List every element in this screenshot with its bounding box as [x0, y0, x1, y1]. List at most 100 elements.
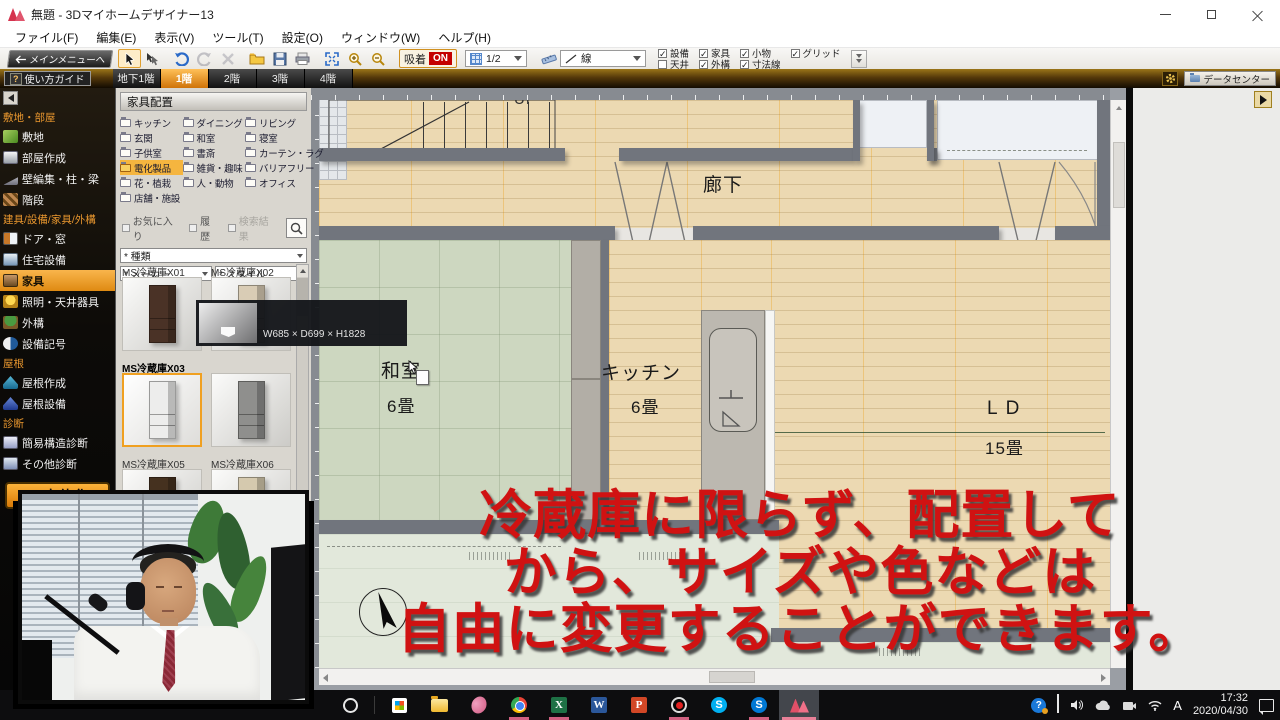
onedrive-icon[interactable]: [1095, 700, 1111, 711]
category-hito[interactable]: 人・動物: [183, 175, 246, 190]
redo-button[interactable]: [193, 49, 216, 68]
category-shosai[interactable]: 書斎: [183, 145, 246, 160]
menu-edit[interactable]: 編集(E): [87, 29, 145, 46]
save-button[interactable]: [268, 49, 291, 68]
menu-view[interactable]: 表示(V): [145, 29, 203, 46]
tab-floor4[interactable]: 4階: [305, 69, 353, 88]
datacenter-button[interactable]: データセンター: [1184, 71, 1276, 86]
menu-help[interactable]: ヘルプ(H): [429, 29, 500, 46]
category-zakka[interactable]: 雑貨・趣味: [183, 160, 246, 175]
line-style-dropdown[interactable]: 線: [560, 50, 646, 67]
ime-indicator[interactable]: A: [1173, 698, 1182, 713]
tab-basement1[interactable]: 地下1階: [113, 69, 161, 88]
sidebar-item-shikichi[interactable]: 敷地: [0, 126, 115, 147]
taskbar-cortana[interactable]: [330, 690, 370, 720]
category-tenpo[interactable]: 店舗・施設: [120, 190, 183, 205]
taskbar-explorer[interactable]: [419, 690, 459, 720]
taskbar-excel[interactable]: X: [539, 690, 579, 720]
category-living[interactable]: リビング: [245, 115, 309, 130]
category-barrierfree[interactable]: バリアフリー: [245, 160, 309, 175]
sidebar-item-yanesetsubi[interactable]: 屋根設備: [0, 393, 115, 414]
tab-floor3[interactable]: 3階: [257, 69, 305, 88]
undo-button[interactable]: [170, 49, 193, 68]
furniture-item-x04[interactable]: [211, 360, 295, 447]
zoom-out-button[interactable]: [366, 49, 389, 68]
select-tool-button[interactable]: [118, 49, 141, 68]
close-button[interactable]: [1234, 0, 1280, 28]
taskbar-myhome-designer[interactable]: [779, 690, 819, 720]
tab-floor2[interactable]: 2階: [209, 69, 257, 88]
print-button[interactable]: [291, 49, 314, 68]
taskbar-paint-app[interactable]: [459, 690, 499, 720]
sidebar-item-jutakusetsubi[interactable]: 住宅設備: [0, 249, 115, 270]
category-office[interactable]: オフィス: [245, 175, 309, 190]
panel-expand-button[interactable]: [1254, 91, 1272, 108]
furniture-item-x01[interactable]: MS冷蔵庫X01: [122, 264, 206, 351]
category-denka[interactable]: 電化製品: [120, 160, 183, 175]
scroll-up-button[interactable]: [1111, 100, 1127, 115]
menu-settings[interactable]: 設定(O): [273, 29, 332, 46]
taskbar-powerpoint[interactable]: P: [619, 690, 659, 720]
vertical-scroll-thumb[interactable]: [1113, 142, 1125, 208]
maximize-button[interactable]: [1188, 0, 1234, 28]
history-filter[interactable]: 履歴: [189, 213, 219, 243]
camera-icon[interactable]: [1122, 700, 1137, 711]
taskbar-skype-alt[interactable]: S: [739, 690, 779, 720]
menu-file[interactable]: ファイル(F): [6, 29, 87, 46]
category-shinshitsu[interactable]: 寝室: [245, 130, 309, 145]
multi-select-tool-button[interactable]: [141, 49, 164, 68]
toggle-gaikou[interactable]: ✓外構: [699, 59, 730, 69]
toolbar-expand-button[interactable]: [851, 50, 867, 68]
sidebar-item-kaidan[interactable]: 階段: [0, 189, 115, 210]
furniture-item-x03[interactable]: MS冷蔵庫X03: [122, 360, 206, 447]
toggle-sunpousen[interactable]: ✓寸法線: [740, 59, 781, 69]
fit-view-button[interactable]: [320, 49, 343, 68]
tab-floor1[interactable]: 1階: [161, 69, 209, 88]
category-hana[interactable]: 花・植栽: [120, 175, 183, 190]
horizontal-scroll-thumb[interactable]: [709, 671, 755, 683]
open-file-button[interactable]: [245, 49, 268, 68]
category-kodomo[interactable]: 子供室: [120, 145, 183, 160]
sidebar-item-yanesakusei[interactable]: 屋根作成: [0, 372, 115, 393]
category-genkan[interactable]: 玄関: [120, 130, 183, 145]
taskbar-recorder[interactable]: [659, 690, 699, 720]
snap-toggle-button[interactable]: 吸着 ON: [399, 49, 457, 68]
zoom-in-button[interactable]: [343, 49, 366, 68]
sidebar-item-sonotashindan[interactable]: その他診断: [0, 453, 115, 474]
category-kitchen[interactable]: キッチン: [120, 115, 183, 130]
menu-tools[interactable]: ツール(T): [203, 29, 272, 46]
sidebar-item-setsubikigo[interactable]: 設備記号: [0, 333, 115, 354]
category-curtain[interactable]: カーテン・ラグ: [245, 145, 309, 160]
scroll-right-icon[interactable]: [1101, 674, 1106, 682]
search-button[interactable]: [286, 218, 307, 238]
measure-tool-button[interactable]: [537, 49, 560, 68]
settings-gear-button[interactable]: [1162, 71, 1178, 86]
favorites-filter[interactable]: お気に入り: [122, 213, 180, 243]
usage-guide-button[interactable]: ? 使い方ガイド: [4, 71, 91, 86]
menu-window[interactable]: ウィンドウ(W): [332, 29, 429, 46]
sidebar-item-kanishindan[interactable]: 簡易構造診断: [0, 432, 115, 453]
sidebar-item-heyasakusei[interactable]: 部屋作成: [0, 147, 115, 168]
action-center-icon[interactable]: [1259, 699, 1274, 712]
plan-horizontal-scrollbar[interactable]: [319, 668, 1110, 685]
volume-icon[interactable]: [1070, 699, 1084, 711]
main-menu-button[interactable]: メインメニューへ: [7, 50, 114, 68]
kind-dropdown[interactable]: * 種類: [120, 248, 307, 263]
toggle-tenjou[interactable]: 天井: [658, 59, 689, 69]
sidebar-item-doamado[interactable]: ドア・窓: [0, 228, 115, 249]
taskbar-clock[interactable]: 17:32 2020/04/30: [1193, 692, 1248, 718]
sidebar-item-gaikou[interactable]: 外構: [0, 312, 115, 333]
category-washitsu[interactable]: 和室: [183, 130, 246, 145]
sidebar-item-kabehenshu[interactable]: 壁編集・柱・梁: [0, 168, 115, 189]
taskbar-store[interactable]: [379, 690, 419, 720]
taskbar-skype[interactable]: S: [699, 690, 739, 720]
grid-scale-dropdown[interactable]: 1/2: [465, 50, 527, 67]
wifi-icon[interactable]: [1148, 700, 1162, 711]
delete-button[interactable]: [216, 49, 239, 68]
hidden-icons-chevron[interactable]: [1057, 696, 1059, 714]
sidebar-item-kagu[interactable]: 家具: [0, 270, 115, 291]
help-tray-icon[interactable]: ?: [1031, 698, 1046, 713]
toggle-grid[interactable]: ✓グリッド: [791, 48, 841, 58]
scroll-left-icon[interactable]: [323, 674, 328, 682]
taskbar-word[interactable]: W: [579, 690, 619, 720]
